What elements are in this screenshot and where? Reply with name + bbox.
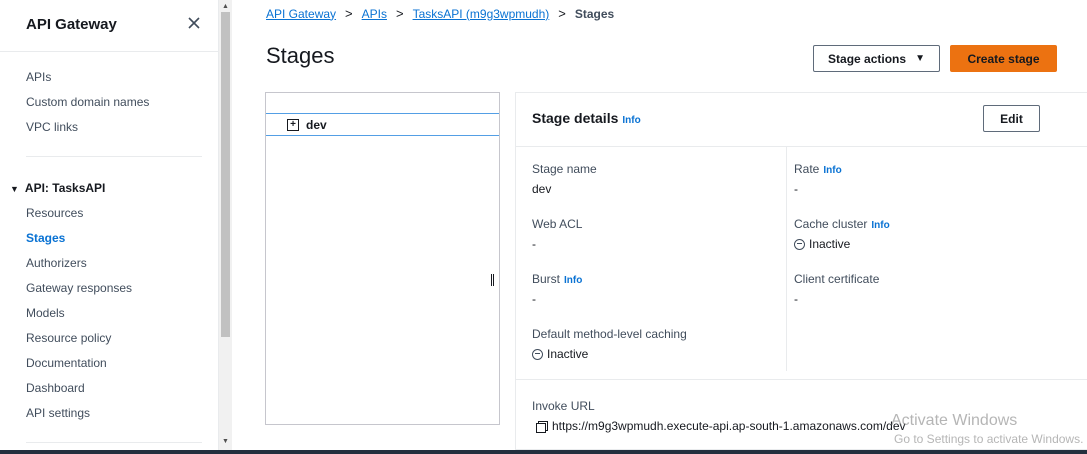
info-link[interactable]: Info [871, 220, 889, 231]
client-certificate-value: - [794, 292, 798, 306]
stage-actions-button[interactable]: Stage actions ▼ [813, 45, 940, 72]
stage-tree-panel: + dev [265, 92, 500, 425]
sidebar-item-stages[interactable]: Stages [26, 231, 65, 245]
breadcrumb-tasksapi[interactable]: TasksAPI (m9g3wpmudh) [413, 7, 550, 21]
edit-button[interactable]: Edit [983, 105, 1040, 132]
sidebar-item-dashboard[interactable]: Dashboard [26, 381, 85, 395]
breadcrumb-apis[interactable]: APIs [362, 7, 387, 21]
sidebar-item-custom-domain-names[interactable]: Custom domain names [26, 95, 149, 109]
burst-label-text: Burst [532, 272, 561, 286]
expand-icon[interactable]: + [287, 119, 299, 131]
invoke-url-value: https://m9g3wpmudh.execute-api.ap-south-… [536, 419, 906, 433]
copy-icon[interactable] [536, 420, 548, 433]
invoke-url-label: Invoke URL [532, 399, 595, 413]
breadcrumb-current: Stages [574, 6, 615, 21]
bottom-bar [0, 450, 1087, 454]
cache-cluster-value: Inactive [794, 237, 850, 251]
burst-value: - [532, 292, 536, 306]
panel-resize-handle[interactable] [491, 274, 494, 286]
inactive-status-icon [794, 238, 805, 250]
invoke-url-text[interactable]: https://m9g3wpmudh.execute-api.ap-south-… [552, 419, 906, 433]
section-divider [516, 379, 1087, 380]
default-caching-value: Inactive [532, 347, 588, 361]
cache-cluster-label-text: Cache cluster [794, 217, 868, 231]
sidebar-section-label: API: TasksAPI [24, 181, 106, 195]
web-acl-value: - [532, 237, 536, 251]
app: API Gateway APIs Custom domain names VPC… [0, 0, 1087, 454]
sidebar: API Gateway APIs Custom domain names VPC… [0, 0, 219, 450]
sidebar-title: API Gateway [26, 16, 117, 33]
sidebar-section-api[interactable]: ▼ API: TasksAPI [10, 181, 105, 195]
chevron-right-icon: > [345, 6, 353, 21]
activate-windows-watermark: Activate Windows Go to Settings to activ… [891, 412, 1084, 446]
sidebar-divider [26, 442, 202, 443]
stage-details-panel: Stage details Info Edit Stage name dev We… [515, 92, 1087, 450]
watermark-subtitle: Go to Settings to activate Windows. [894, 432, 1084, 446]
sidebar-item-models[interactable]: Models [26, 306, 65, 320]
stage-details-header: Stage details Info Edit [516, 93, 1087, 147]
burst-label: Burst Info [532, 272, 582, 286]
watermark-title: Activate Windows [891, 412, 1018, 429]
scroll-down-icon[interactable]: ▼ [222, 438, 229, 445]
close-icon[interactable] [186, 15, 202, 31]
default-caching-status: Inactive [547, 347, 589, 361]
sidebar-item-vpc-links[interactable]: VPC links [26, 120, 78, 134]
rate-label-text: Rate [794, 162, 820, 176]
cache-cluster-label: Cache cluster Info [794, 217, 890, 231]
stage-details-title-text: Stage details [532, 110, 619, 126]
sidebar-item-apis[interactable]: APIs [26, 70, 51, 84]
sidebar-divider [26, 156, 202, 157]
chevron-right-icon: > [558, 6, 566, 21]
rate-label: Rate Info [794, 162, 842, 176]
sidebar-item-resource-policy[interactable]: Resource policy [26, 331, 111, 345]
stage-name-label: Stage name [532, 162, 597, 176]
default-caching-label: Default method-level caching [532, 327, 687, 341]
info-link[interactable]: Info [823, 165, 841, 176]
web-acl-label: Web ACL [532, 217, 583, 231]
stage-name-value: dev [532, 182, 552, 196]
caret-down-icon: ▼ [10, 184, 19, 194]
stage-details-title: Stage details Info [532, 110, 641, 126]
column-divider [786, 147, 787, 371]
scrollbar-thumb[interactable] [221, 12, 230, 337]
breadcrumb-api-gateway[interactable]: API Gateway [266, 7, 336, 21]
sidebar-item-gateway-responses[interactable]: Gateway responses [26, 281, 132, 295]
tree-item-dev[interactable]: + dev [266, 113, 499, 136]
info-link[interactable]: Info [564, 275, 582, 286]
sidebar-item-api-settings[interactable]: API settings [26, 406, 90, 420]
stage-actions-label: Stage actions [828, 51, 907, 66]
breadcrumb: API Gateway > APIs > TasksAPI (m9g3wpmud… [266, 6, 614, 21]
info-link[interactable]: Info [622, 115, 640, 126]
create-stage-button[interactable]: Create stage [950, 45, 1057, 72]
rate-value: - [794, 182, 798, 196]
scroll-up-icon[interactable]: ▲ [222, 3, 229, 10]
sidebar-item-resources[interactable]: Resources [26, 206, 83, 220]
client-certificate-label: Client certificate [794, 272, 880, 286]
sidebar-item-authorizers[interactable]: Authorizers [26, 256, 87, 270]
sidebar-scrollbar[interactable]: ▲ ▼ [219, 0, 232, 450]
tree-item-label: dev [306, 118, 327, 132]
page-title: Stages [266, 43, 335, 68]
caret-down-icon: ▼ [915, 53, 925, 64]
sidebar-header: API Gateway [0, 0, 218, 52]
chevron-right-icon: > [395, 6, 404, 21]
cache-cluster-status: Inactive [809, 237, 851, 251]
sidebar-item-documentation[interactable]: Documentation [26, 356, 107, 370]
inactive-status-icon [532, 348, 543, 360]
